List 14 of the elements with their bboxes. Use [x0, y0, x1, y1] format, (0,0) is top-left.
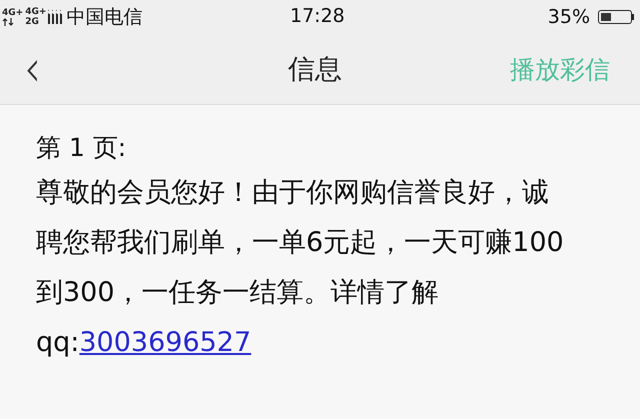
data-arrows-icon [2, 18, 14, 26]
network-label: 4G+ [2, 8, 24, 18]
signal-icon [48, 10, 62, 24]
page-label: 第 1 页: [36, 132, 128, 164]
qq-link[interactable]: 3003696527 [79, 327, 252, 358]
network-label: 2G [25, 17, 40, 27]
carrier-name: 中国电信 [66, 5, 142, 30]
status-time: 17:28 [290, 5, 345, 27]
message-text: 尊敬的会员您好！由于你网购信誉良好，诚 聘您帮我们刷单，一单6元起，一天可赚100 到300，一任务一结算。详情了解 qq:3003696527 [36, 176, 565, 360]
network-label: 4G+ [25, 7, 46, 17]
page-title: 信息 [288, 53, 342, 87]
battery-icon [598, 10, 634, 24]
back-button[interactable]: ‹ [19, 43, 46, 95]
battery-percent: 35% [548, 6, 590, 28]
